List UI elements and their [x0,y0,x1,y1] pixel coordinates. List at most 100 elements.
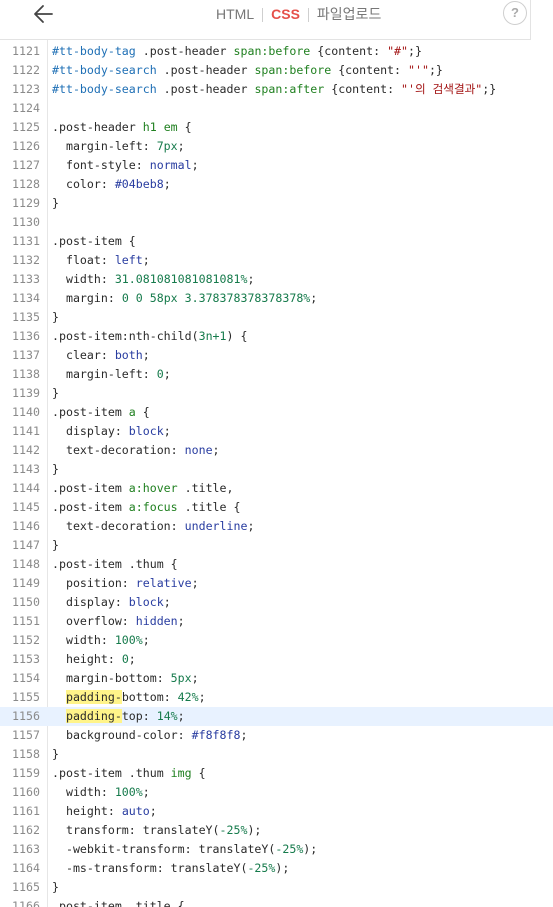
help-button[interactable]: ? [503,1,527,25]
code-line[interactable]: 1141 display: block; [0,422,553,441]
code-text: .post-item .thum { [52,555,178,574]
line-number: 1123 [12,82,40,96]
code-token: {content: [310,44,388,58]
code-line[interactable]: 1129} [0,194,553,213]
code-line[interactable]: 1145 .post-item a:focus .title { [0,498,553,517]
code-text: .post-item { [52,232,136,251]
code-token: ;} [408,44,422,58]
code-line[interactable]: 1164 -ms-transform: translateY(-25%); [0,859,553,878]
code-token: ); [303,842,318,856]
code-line[interactable]: 1123 #tt-body-search .post-header span:af… [0,80,553,99]
code-token: 3n+1 [198,329,227,343]
code-token: text-decoration: [52,443,185,457]
code-line[interactable]: 1137 clear: both; [0,346,553,365]
code-token: -webkit-transform: translateY( [52,842,276,856]
code-line[interactable]: 1136 .post-item:nth-child(3n+1) { [0,327,553,346]
code-line[interactable]: 1162 transform: translateY(-25%); [0,821,553,840]
code-text: .post-item a:hover .title, [52,479,234,498]
editor-tabs: HTML CSS 파일업로드 [210,0,387,30]
tab-file-upload[interactable]: 파일업로드 [311,0,387,30]
code-text: position: relative; [52,574,199,593]
code-text: float: left; [52,251,150,270]
code-line[interactable]: 1125 .post-header h1 em { [0,118,553,137]
tab-css[interactable]: CSS [265,0,306,30]
code-line[interactable]: 1163 -webkit-transform: translateY(-25%)… [0,840,553,859]
code-line[interactable]: 1130 [0,213,553,232]
line-number: 1142 [12,443,40,457]
code-line[interactable]: 1134 margin: 0 0 58px 3.378378378378378%… [0,289,553,308]
search-highlight: padding- [65,690,122,704]
code-token: 0 [156,367,164,381]
code-line[interactable]: 1140 .post-item a { [0,403,553,422]
code-line[interactable]: 1157 background-color: #f8f8f8; [0,726,553,745]
code-line[interactable]: 1155 padding-bottom: 42%; [0,688,553,707]
code-line[interactable]: 1122 #tt-body-search .post-header span:be… [0,61,553,80]
code-token: both [114,348,143,362]
code-token: font-style: [52,158,150,172]
code-token: #tt-body-tag [52,44,136,58]
code-line[interactable]: 1131 .post-item { [0,232,553,251]
code-text: .post-header h1 em { [52,118,192,137]
code-line[interactable]: 1132 float: left; [0,251,553,270]
code-line[interactable]: 1166 .post-item .title { [0,897,553,907]
code-line[interactable]: 1161 height: auto; [0,802,553,821]
code-line[interactable]: 1156 padding-top: 14%; [0,707,553,726]
code-line[interactable]: 1127 font-style: normal; [0,156,553,175]
code-line[interactable]: 1150 display: block; [0,593,553,612]
code-token: normal [149,158,192,172]
code-token: "'의 검색결과" [401,82,483,96]
code-line[interactable]: 1144 .post-item a:hover .title, [0,479,553,498]
line-number: 1154 [12,671,40,685]
line-number: 1143 [12,462,40,476]
code-token: .post-header [156,82,255,96]
code-line[interactable]: 1160 width: 100%; [0,783,553,802]
code-line[interactable]: 1135} [0,308,553,327]
code-token: ; [163,424,171,438]
code-line[interactable]: 1143} [0,460,553,479]
code-line[interactable]: 1124 [0,99,553,118]
code-token: a [128,405,136,419]
code-line[interactable]: 1158} [0,745,553,764]
code-token: } [52,310,59,324]
code-text: margin-left: 7px; [52,137,185,156]
code-token: { [177,120,192,134]
code-text: } [52,536,59,555]
code-line[interactable]: 1149 position: relative; [0,574,553,593]
code-token: .post-item [52,481,129,495]
code-line[interactable]: 1165} [0,878,553,897]
code-line[interactable]: 1121 #tt-body-tag .post-header span:befor… [0,42,553,61]
code-token: auto [121,804,150,818]
code-token: ; [240,728,248,742]
code-token: left [114,253,143,267]
line-number: 1141 [12,424,40,438]
code-token: .post-item .thum { [52,557,178,571]
code-line[interactable]: 1133 width: 31.081081081081081%; [0,270,553,289]
code-line[interactable]: 1126 margin-left: 7px; [0,137,553,156]
code-token: "'" [408,63,429,77]
code-text: } [52,460,59,479]
tab-html[interactable]: HTML [210,0,260,30]
line-number: 1129 [12,196,40,210]
code-line[interactable]: 1148 .post-item .thum { [0,555,553,574]
line-number: 1125 [12,120,40,134]
back-button[interactable] [30,2,60,26]
code-line[interactable]: 1146 text-decoration: underline; [0,517,553,536]
code-token: .post-item:nth-child( [52,329,199,343]
tab-divider [262,8,264,22]
code-line[interactable]: 1152 width: 100%; [0,631,553,650]
line-number: 1151 [12,614,40,628]
code-line[interactable]: 1147} [0,536,553,555]
code-text: text-decoration: underline; [52,517,254,536]
code-token: hidden [135,614,178,628]
code-token: { [135,405,150,419]
code-line[interactable]: 1138 margin-left: 0; [0,365,553,384]
line-number: 1131 [12,234,40,248]
css-code-editor[interactable]: 1121 #tt-body-tag .post-header span:befor… [0,40,553,907]
code-line[interactable]: 1159 .post-item .thum img { [0,764,553,783]
code-line[interactable]: 1128 color: #04beb8; [0,175,553,194]
code-line[interactable]: 1151 overflow: hidden; [0,612,553,631]
code-line[interactable]: 1139} [0,384,553,403]
code-line[interactable]: 1142 text-decoration: none; [0,441,553,460]
code-line[interactable]: 1154 margin-bottom: 5px; [0,669,553,688]
code-line[interactable]: 1153 height: 0; [0,650,553,669]
